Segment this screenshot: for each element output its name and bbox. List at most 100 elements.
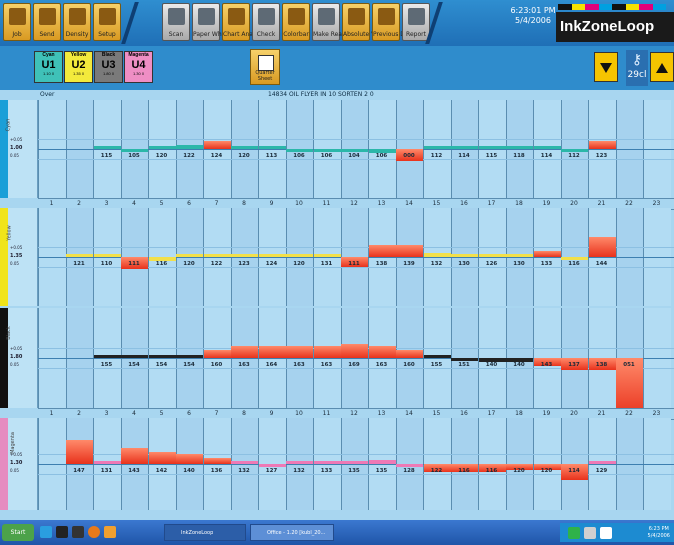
deviation-bar: [203, 458, 231, 464]
volume-icon[interactable]: [584, 527, 596, 539]
zone-number: 4: [132, 200, 136, 207]
browser-icon[interactable]: [88, 526, 100, 538]
zone-value: 105: [128, 153, 140, 159]
zone-value: 139: [403, 261, 415, 267]
zone-value: 116: [458, 468, 470, 474]
section-yellow: Yellow +0.05 1.35 0.05 121 110 111 116 120 122 123…: [0, 208, 674, 306]
chart-icon: [228, 8, 245, 25]
section-scale: Cyan +0.05 1.00 0.05: [5, 100, 38, 198]
zone-value: 147: [73, 468, 85, 474]
toolbar-button-label: Chart Analysis: [223, 31, 267, 38]
toolbar-button-report[interactable]: Report: [402, 3, 430, 41]
app-icon[interactable]: [72, 526, 84, 538]
zone-value: 163: [238, 362, 250, 368]
zone-columns: 121 110 111 116 120 122 123 124 120 131 111 138 139 1…: [38, 208, 674, 306]
deviation-bar: [231, 346, 258, 358]
paper-icon: [198, 8, 215, 25]
zone-number: 20: [570, 410, 578, 417]
zone-number: 3: [104, 200, 109, 207]
section-scale: Black +0.05 1.80 0.05: [6, 308, 38, 408]
network-icon[interactable]: [568, 527, 580, 539]
deviation-bar: [66, 254, 93, 257]
folder-icon: [9, 8, 26, 25]
zone-number: 4: [132, 410, 136, 417]
zone-value: 151: [458, 362, 470, 368]
deviation-bar: [231, 146, 258, 149]
unit-button-u3[interactable]: Black U3 1.80 0: [94, 51, 123, 83]
zone-columns: 147 131 143 142 140 136 132 127 132 133 135 135 128 1…: [38, 418, 674, 510]
toolbar-button-scan[interactable]: Scan: [162, 3, 190, 41]
folder-icon[interactable]: [104, 526, 116, 538]
zone-value: 132: [238, 468, 250, 474]
toolbar-button-density[interactable]: Density: [63, 3, 91, 41]
unit-button-u2[interactable]: Yellow U2 1.35 0: [64, 51, 93, 83]
toolbar-button-label: Paper White: [193, 31, 230, 38]
deviation-bar: [258, 464, 286, 467]
deviation-bar: [506, 146, 533, 149]
toolbar-button-colorbar[interactable]: Colorbar: [282, 3, 310, 41]
start-button[interactable]: Start: [2, 524, 34, 541]
zone-number: 16: [460, 410, 468, 417]
unit-button-u1[interactable]: Cyan U1 1.10 0: [34, 51, 63, 83]
zone-value: 160: [403, 362, 415, 368]
task-inkzoneloop[interactable]: InkZoneLoop: [164, 524, 246, 541]
zone-value: 000: [403, 153, 415, 159]
deviation-bar: [396, 464, 423, 467]
zone-value: 163: [293, 362, 305, 368]
zone-number: 23: [652, 200, 661, 207]
deviation-bar: [286, 254, 313, 257]
zone-value: 116: [155, 261, 168, 267]
deviation-bar: [203, 254, 231, 257]
deviation-bar: [423, 355, 451, 358]
deviation-bar: [176, 454, 203, 464]
decrease-button[interactable]: [594, 52, 618, 82]
zone-value: 143: [540, 362, 553, 368]
toolbar-button-setup[interactable]: Setup: [93, 3, 121, 41]
zone-number: 3: [104, 410, 109, 417]
desktop-icon[interactable]: [40, 526, 52, 538]
deviation-bar: [148, 355, 176, 358]
toolbar-button-make-ready[interactable]: Make Ready: [312, 3, 349, 41]
zone-value: 111: [128, 261, 140, 267]
toolbar-button-paper-white[interactable]: Paper White: [192, 3, 230, 41]
zone-number: 11: [322, 410, 331, 417]
deviation-bar: [478, 146, 506, 149]
shield-icon[interactable]: [600, 527, 612, 539]
zone-number: 21: [597, 200, 606, 207]
system-tray: 6:23 PM 5/4/2006: [560, 523, 674, 542]
unit-code: U2: [71, 59, 86, 71]
zone-value: 163: [375, 362, 388, 368]
zone-value: 120: [183, 261, 195, 267]
zone-value: 130: [458, 261, 470, 267]
toolbar-button-check[interactable]: Check: [252, 3, 280, 41]
deviation-bar: [313, 346, 341, 358]
zone-value: 112: [568, 153, 580, 159]
toolbar-button-absolute-values[interactable]: Absolute Values: [342, 3, 391, 41]
zone-value: 106: [320, 153, 333, 159]
zone-value: 112: [430, 153, 443, 159]
toolbar-button-previous-densities[interactable]: Previous Densities: [372, 3, 428, 41]
ink-color-strip: [0, 208, 8, 306]
reference-line: [38, 159, 674, 160]
zone-number: 9: [269, 200, 274, 207]
zone-value: 118: [513, 153, 525, 159]
toolbar-button-send[interactable]: Send: [33, 3, 61, 41]
ink-color-strip: [0, 308, 8, 408]
reference-line: [38, 247, 674, 248]
unit-sub: 1.10 0: [42, 71, 55, 76]
quarter-sheet-button[interactable]: Quarter Sheet: [250, 49, 280, 85]
unit-button-u4[interactable]: Magenta U4 1.30 0: [124, 51, 153, 83]
deviation-bar: [478, 254, 506, 257]
task-office[interactable]: Office - 1.20 [kubl_20...: [250, 524, 334, 541]
zone-value: 127: [265, 468, 278, 474]
toolbar-button-label: Setup: [98, 31, 116, 38]
toolbar-button-job[interactable]: Job: [3, 3, 31, 41]
zone-value: 123: [595, 153, 608, 159]
zone-value: 131: [320, 261, 333, 267]
deviation-bar: [203, 141, 231, 149]
scale-upper: +0.05: [10, 346, 23, 351]
toolbar-button-chart-analysis[interactable]: Chart Analysis: [222, 3, 267, 41]
zone-value: 131: [100, 468, 113, 474]
app-icon[interactable]: [56, 526, 68, 538]
increase-button[interactable]: [650, 52, 674, 82]
